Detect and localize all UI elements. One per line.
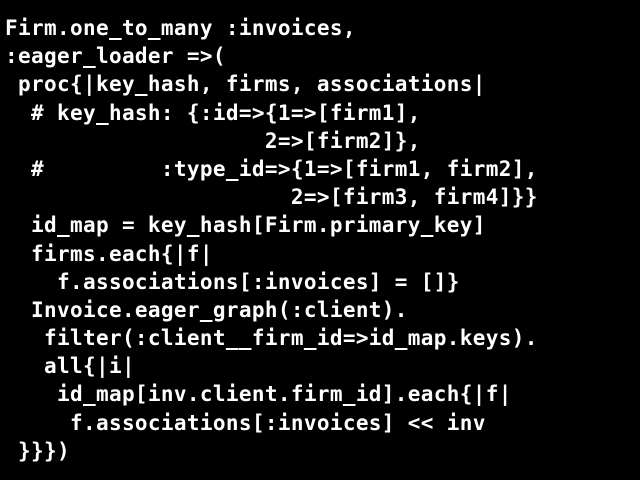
code-line-15: f.associations[:invoices] << inv [5,410,486,435]
slide-canvas: Firm.one_to_many :invoices, :eager_loader… [0,0,640,480]
code-line-9: firms.each{|f| [5,241,213,266]
code-line-16: }}}) [5,438,70,463]
code-line-6: # :type_id=>{1=>[firm1, firm2], [5,156,538,181]
code-block: Firm.one_to_many :invoices, :eager_loader… [5,14,538,465]
code-line-14: id_map[inv.client.firm_id].each{|f| [5,382,512,407]
code-line-7: 2=>[firm3, firm4]}} [5,185,538,210]
code-line-13: all{|i| [5,354,135,379]
code-line-5: 2=>[firm2]}, [5,128,421,153]
code-line-4: # key_hash: {:id=>{1=>[firm1], [5,100,421,125]
code-line-8: id_map = key_hash[Firm.primary_key] [5,213,486,238]
code-line-2: :eager_loader =>( [5,44,226,69]
code-line-10: f.associations[:invoices] = []} [5,269,460,294]
code-line-12: filter(:client__firm_id=>id_map.keys). [5,326,538,351]
code-line-3: proc{|key_hash, firms, associations| [5,72,486,97]
code-line-1: Firm.one_to_many :invoices, [5,16,356,40]
code-line-11: Invoice.eager_graph(:client). [5,297,408,322]
